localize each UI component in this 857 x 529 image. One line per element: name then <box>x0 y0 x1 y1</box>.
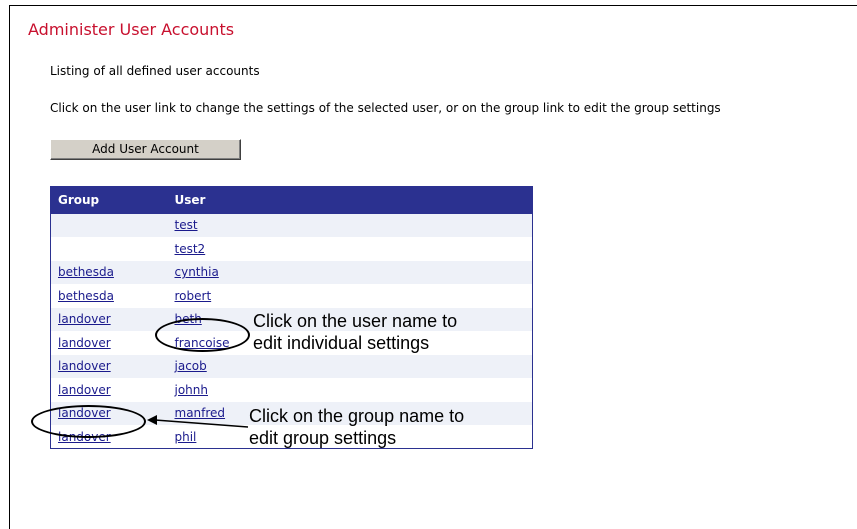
page-title: Administer User Accounts <box>28 20 235 39</box>
group-cell: landover <box>51 355 175 379</box>
group-link[interactable]: landover <box>58 359 111 373</box>
group-link[interactable]: landover <box>58 312 111 326</box>
table-row: bethesda robert <box>50 284 533 308</box>
group-cell: landover <box>51 308 175 332</box>
group-link[interactable]: landover <box>58 336 111 350</box>
group-link[interactable]: bethesda <box>58 265 114 279</box>
table-header-row: Group User <box>50 186 533 214</box>
table-row: landover johnh <box>50 378 533 402</box>
group-link[interactable]: landover <box>58 383 111 397</box>
user-link[interactable]: phil <box>175 430 197 444</box>
user-link[interactable]: test <box>175 218 198 232</box>
group-cell <box>51 237 175 261</box>
user-column-header: User <box>174 193 206 208</box>
group-cell: landover <box>51 378 175 402</box>
user-cell: test2 <box>175 237 533 261</box>
user-cell: jacob <box>175 355 533 379</box>
group-name-callout: Click on the group name to edit group se… <box>249 405 464 449</box>
user-link[interactable]: test2 <box>175 242 206 256</box>
table-row: test <box>50 213 533 238</box>
user-highlight-ellipse <box>155 318 250 352</box>
group-column-header: Group <box>58 193 100 208</box>
group-cell: bethesda <box>51 284 175 308</box>
user-link[interactable]: manfred <box>175 406 226 420</box>
table-row: test2 <box>50 237 533 261</box>
table-row: bethesda cynthia <box>50 260 533 285</box>
group-link[interactable]: bethesda <box>58 289 114 303</box>
group-highlight-ellipse <box>31 405 146 438</box>
page-instructions: Click on the user link to change the set… <box>50 101 721 115</box>
user-cell: robert <box>175 284 533 308</box>
table-row: landover jacob <box>50 354 533 379</box>
user-name-callout: Click on the user name to edit individua… <box>253 310 457 354</box>
add-user-account-button[interactable]: Add User Account <box>50 139 241 160</box>
user-callout-line2: edit individual settings <box>253 333 430 353</box>
user-cell: johnh <box>175 378 533 402</box>
group-cell <box>51 214 175 238</box>
user-cell: test <box>175 214 533 238</box>
user-link[interactable]: robert <box>175 289 212 303</box>
user-callout-line1: Click on the user name to <box>253 311 458 331</box>
group-callout-line1: Click on the group name to <box>249 406 465 426</box>
group-callout-line2: edit group settings <box>249 428 397 448</box>
user-link[interactable]: jacob <box>175 359 207 373</box>
user-link[interactable]: johnh <box>175 383 209 397</box>
user-cell: cynthia <box>175 261 533 285</box>
page-description: Listing of all defined user accounts <box>50 64 260 78</box>
group-cell: bethesda <box>51 261 175 285</box>
user-link[interactable]: cynthia <box>175 265 219 279</box>
